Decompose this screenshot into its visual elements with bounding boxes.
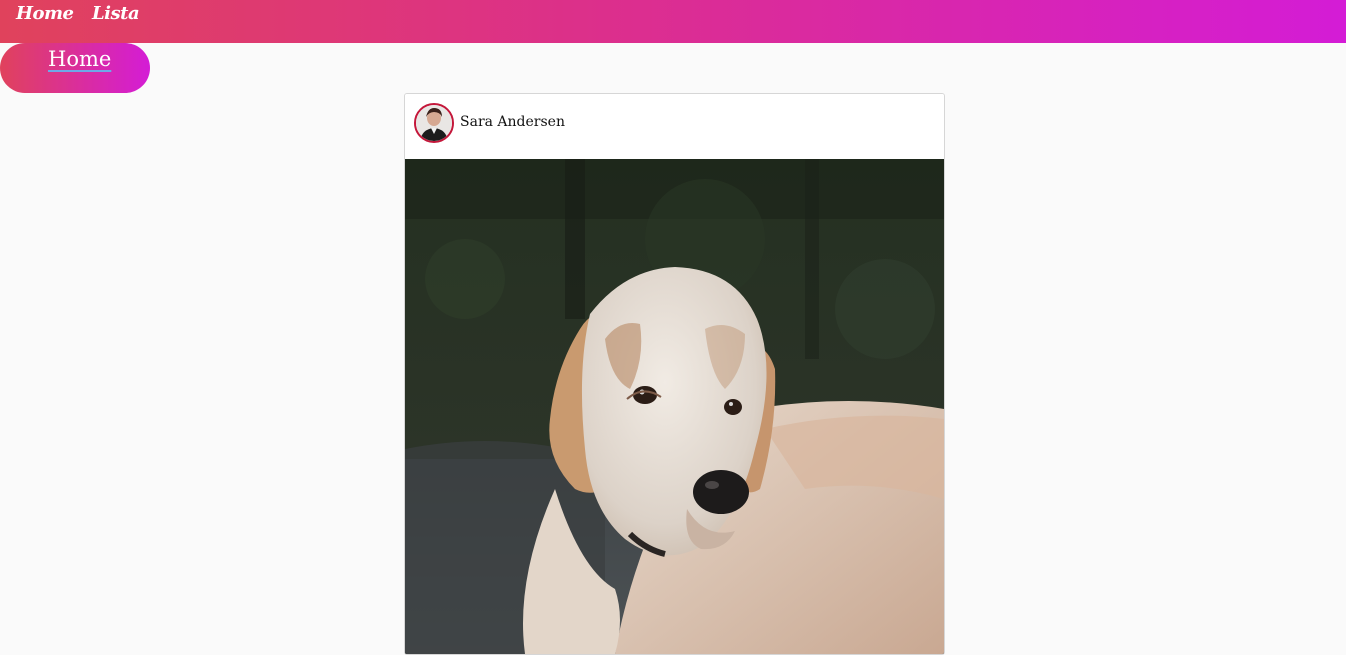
home-pill-button[interactable]: Home <box>0 43 150 93</box>
nav-home-link[interactable]: Home <box>16 3 74 24</box>
post-photo <box>405 159 944 654</box>
home-pill-link[interactable]: Home <box>48 47 111 71</box>
user-avatar-icon <box>416 105 452 141</box>
post-card: Sara Andersen <box>404 93 945 655</box>
top-navbar: Home Lista <box>0 0 1346 43</box>
dog-photo-icon <box>405 159 944 654</box>
post-header: Sara Andersen <box>405 94 944 159</box>
nav-lista-link[interactable]: Lista <box>92 3 140 24</box>
author-name[interactable]: Sara Andersen <box>460 114 565 130</box>
avatar[interactable] <box>414 103 454 143</box>
